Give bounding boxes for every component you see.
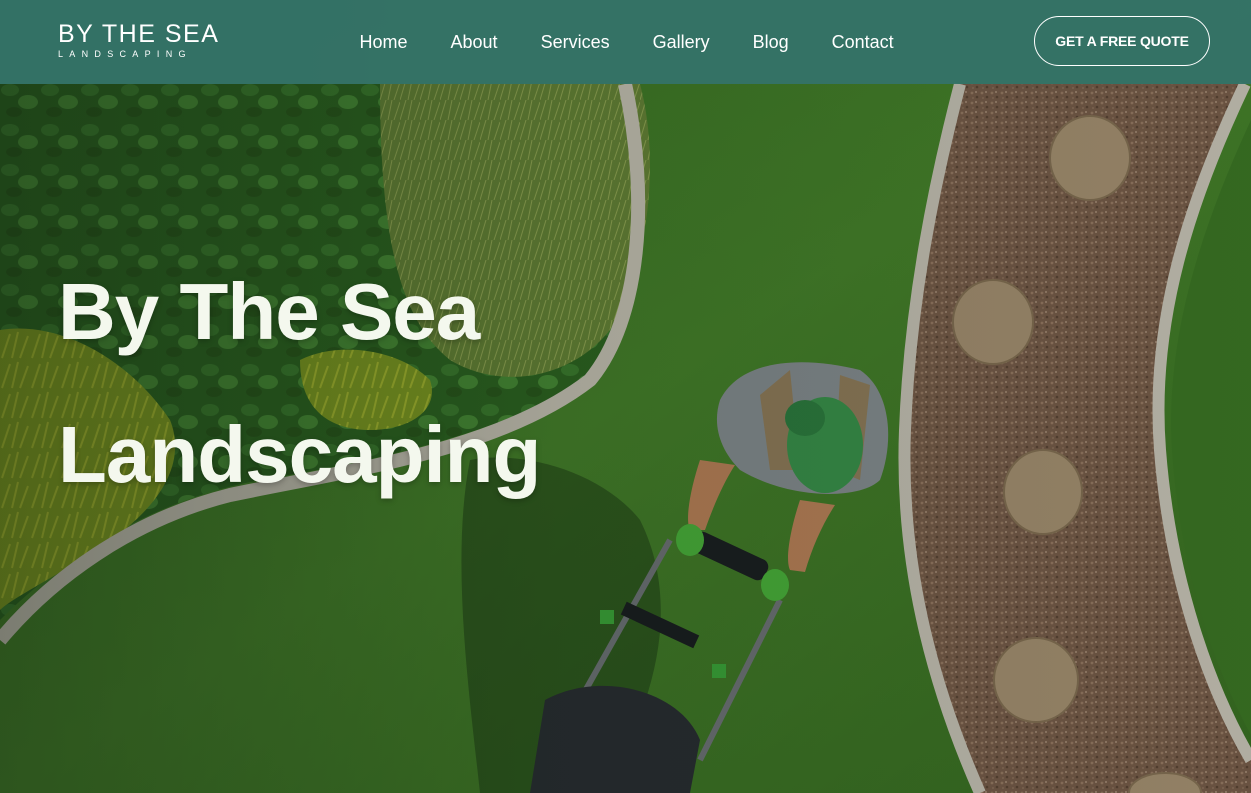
nav-link-gallery[interactable]: Gallery — [631, 27, 731, 57]
page: BY THE SEA LANDSCAPING Home About Servic… — [0, 0, 1251, 793]
hero-title: By The Sea Landscaping — [58, 240, 541, 526]
nav-link-home[interactable]: Home — [338, 27, 429, 57]
nav-link-about[interactable]: About — [429, 27, 519, 57]
get-free-quote-button[interactable]: GET A FREE QUOTE — [1034, 16, 1210, 66]
nav-link-services[interactable]: Services — [519, 27, 631, 57]
site-header: BY THE SEA LANDSCAPING Home About Servic… — [0, 0, 1251, 84]
hero-title-line-2: Landscaping — [58, 410, 541, 499]
logo-tagline: LANDSCAPING — [58, 49, 192, 59]
nav-link-contact[interactable]: Contact — [810, 27, 915, 57]
main-nav: Home About Services Gallery Blog Contact — [338, 27, 915, 57]
nav-link-blog[interactable]: Blog — [731, 27, 810, 57]
hero-title-line-1: By The Sea — [58, 267, 480, 356]
site-logo[interactable]: BY THE SEA LANDSCAPING — [58, 20, 220, 62]
logo-wordmark: BY THE SEA — [58, 20, 220, 48]
